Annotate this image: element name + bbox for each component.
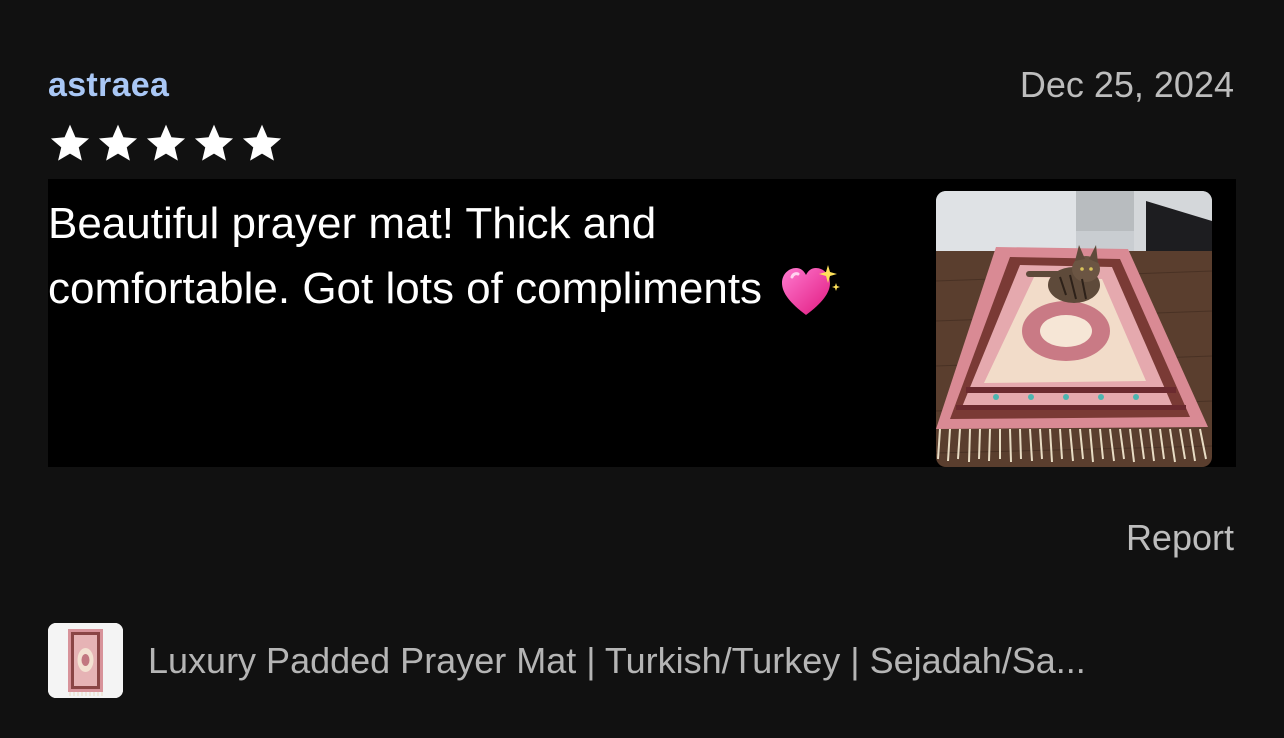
star-icon	[194, 124, 234, 161]
product-link[interactable]: Luxury Padded Prayer Mat | Turkish/Turke…	[48, 623, 1236, 698]
product-thumbnail-image	[48, 623, 123, 698]
report-link[interactable]: Report	[1126, 516, 1234, 560]
product-title[interactable]: Luxury Padded Prayer Mat | Turkish/Turke…	[148, 639, 1233, 683]
review-body: Beautiful prayer mat! Thick and comforta…	[48, 179, 1236, 467]
sparkling-heart-icon	[782, 265, 841, 316]
star-rating	[48, 122, 284, 164]
star-icon	[146, 124, 186, 161]
review-text-container: Beautiful prayer mat! Thick and comforta…	[48, 191, 848, 321]
star-icon	[242, 124, 282, 161]
reviewer-name[interactable]: astraea	[48, 64, 169, 106]
star-icon	[50, 124, 90, 161]
star-icon	[98, 124, 138, 161]
review-date: Dec 25, 2024	[1019, 64, 1234, 105]
review-text: Beautiful prayer mat! Thick and comforta…	[48, 199, 763, 313]
review-card: astraea Dec 25, 2024 Beautiful prayer ma…	[48, 0, 1236, 738]
review-photo-image	[936, 191, 1212, 467]
product-thumbnail[interactable]	[48, 623, 123, 698]
review-photo[interactable]	[936, 191, 1212, 467]
